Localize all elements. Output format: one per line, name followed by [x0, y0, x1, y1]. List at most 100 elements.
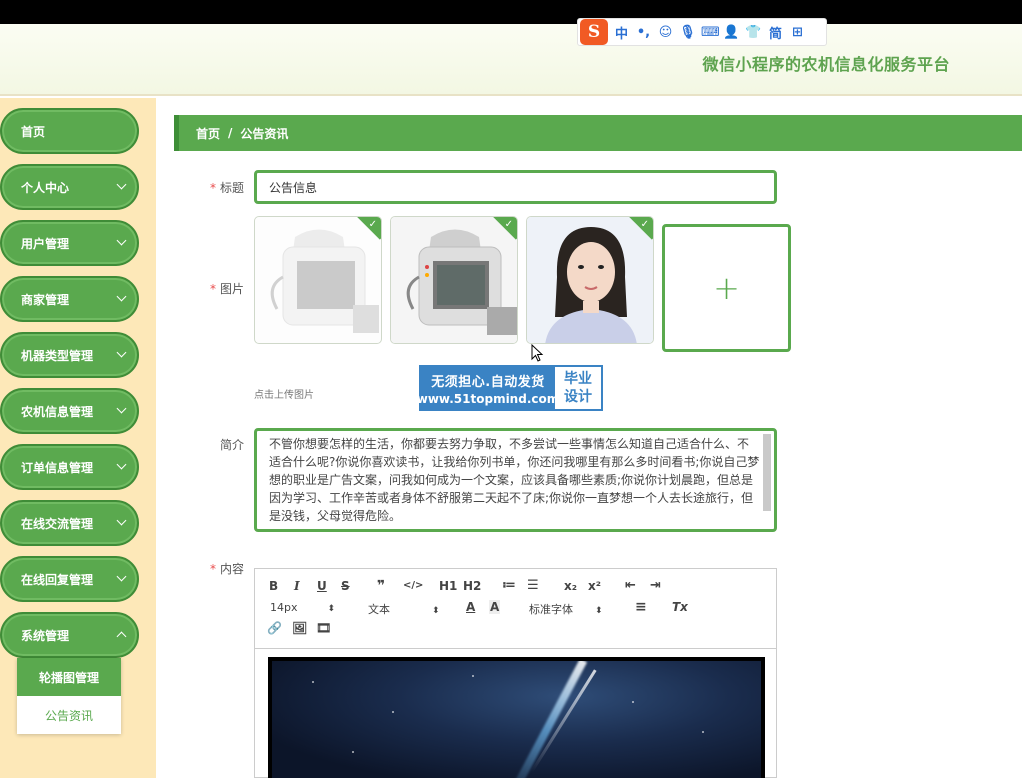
portrait-photo-image: [527, 217, 653, 343]
ime-toolbar[interactable]: S 中 •, ☺ 🎙 ⌨ 👤 👕 简 ⊞: [577, 18, 827, 46]
star: [702, 731, 704, 733]
select-arrows-icon: ⬍: [432, 606, 440, 616]
font-color-icon[interactable]: A: [466, 600, 475, 614]
sidebar-item-system-management[interactable]: 系统管理: [0, 612, 139, 658]
submenu-item-announcements[interactable]: 公告资讯: [17, 696, 121, 734]
select-arrows-icon: ⬍: [595, 606, 603, 616]
superscript-button[interactable]: x²: [588, 579, 601, 593]
uploaded-image-thumb[interactable]: ✓: [254, 216, 382, 344]
image-icon[interactable]: 🖼: [292, 621, 307, 635]
watermark-badge: 无须担心.自动发货 www.51topmind.com 毕业 设计: [416, 365, 603, 411]
sidebar-item-home[interactable]: 首页: [0, 108, 139, 154]
align-icon[interactable]: ≡: [635, 599, 647, 615]
chevron-down-icon: [116, 515, 127, 526]
breadcrumb-home[interactable]: 首页: [196, 125, 220, 142]
sogou-logo-icon[interactable]: S: [580, 19, 608, 45]
breadcrumb-separator: /: [228, 126, 233, 140]
sidebar-item-online-reply-management[interactable]: 在线回复管理: [0, 556, 139, 602]
text-style-select[interactable]: 文本 ⬍: [368, 601, 440, 617]
font-family-select[interactable]: 标准字体 ⬍: [529, 601, 603, 617]
background-color-icon[interactable]: A: [489, 600, 501, 614]
ime-chinese-mode[interactable]: 中: [613, 23, 630, 42]
top-black-bar: [0, 0, 1022, 24]
star: [632, 701, 634, 703]
comet-streak: [530, 669, 597, 773]
underline-button[interactable]: U: [317, 579, 327, 593]
chevron-up-icon: [116, 631, 127, 642]
upload-tip: 点击上传图片: [254, 390, 314, 401]
required-mark: *: [209, 282, 216, 296]
chevron-down-icon: [116, 571, 127, 582]
chevron-down-icon: [116, 235, 127, 246]
ime-user-icon[interactable]: 👤: [723, 25, 740, 40]
intro-text: 不管你想要怎样的生活，你都要去努力争取，不多尝试一些事情怎么知道自己适合什么、不…: [269, 437, 760, 523]
required-mark: *: [209, 181, 216, 195]
uploaded-image-thumb[interactable]: ✓: [526, 216, 654, 344]
breadcrumb-current: 公告资讯: [240, 126, 289, 141]
intro-textarea[interactable]: 不管你想要怎样的生活，你都要去努力争取，不多尝试一些事情怎么知道自己适合什么、不…: [254, 428, 777, 532]
sidebar-item-user-management[interactable]: 用户管理: [0, 220, 139, 266]
mouse-cursor-icon: [531, 344, 544, 362]
heading1-button[interactable]: H1: [439, 579, 457, 593]
ime-menu-grid-icon[interactable]: ⊞: [789, 25, 806, 40]
strike-button[interactable]: S: [341, 579, 350, 593]
intro-label: 简介: [219, 438, 244, 452]
chevron-down-icon: [116, 347, 127, 358]
quote-button[interactable]: ❞: [377, 578, 385, 594]
medical-monitor-image: [391, 217, 517, 343]
ime-punctuation-icon[interactable]: •,: [635, 25, 652, 40]
medical-monitor-image: [255, 217, 381, 343]
watermark-url: www.51topmind.com: [416, 391, 560, 406]
required-mark: *: [209, 562, 216, 576]
chevron-down-icon: [116, 459, 127, 470]
video-icon[interactable]: 🎞: [316, 621, 331, 635]
rich-text-editor[interactable]: B I U S ❞ </> H1 H2 ≔ ☰ x₂ x² ⇤ ⇥ 14px ⬍ …: [254, 568, 777, 778]
ime-simplified-toggle[interactable]: 简: [767, 23, 784, 42]
bold-button[interactable]: B: [269, 579, 278, 593]
title-label: * 标题: [209, 181, 244, 195]
editor-content-image[interactable]: [268, 657, 765, 778]
title-input[interactable]: [254, 170, 777, 204]
image-label: * 图片: [209, 282, 244, 296]
clear-format-icon[interactable]: Tx: [672, 600, 688, 614]
comet-streak: [504, 661, 588, 778]
indent-button[interactable]: ⇥: [650, 578, 661, 593]
sidebar-item-personal-center[interactable]: 个人中心: [0, 164, 139, 210]
ime-emoji-icon[interactable]: ☺: [657, 25, 674, 40]
italic-button[interactable]: I: [294, 579, 300, 593]
star: [352, 751, 354, 753]
code-block-button[interactable]: </>: [403, 580, 423, 591]
ime-keyboard-icon[interactable]: ⌨: [701, 25, 720, 40]
sidebar-item-online-chat-management[interactable]: 在线交流管理: [0, 500, 139, 546]
editor-toolbar: B I U S ❞ </> H1 H2 ≔ ☰ x₂ x² ⇤ ⇥ 14px ⬍ …: [255, 569, 776, 649]
font-size-select[interactable]: 14px ⬍: [270, 601, 335, 614]
sidebar-item-merchant-management[interactable]: 商家管理: [0, 276, 139, 322]
link-icon[interactable]: 🔗: [267, 621, 282, 635]
ime-mic-icon[interactable]: 🎙: [679, 25, 696, 40]
uploaded-image-thumb[interactable]: ✓: [390, 216, 518, 344]
site-title: 微信小程序的农机信息化服务平台: [702, 55, 950, 74]
textarea-scrollbar[interactable]: [763, 434, 771, 511]
chevron-down-icon: [116, 403, 127, 414]
chevron-down-icon: [116, 179, 127, 190]
breadcrumb: 首页 / 公告资讯: [174, 115, 1022, 151]
subscript-button[interactable]: x₂: [564, 579, 577, 593]
star: [312, 681, 314, 683]
add-image-button[interactable]: +: [662, 224, 791, 352]
check-icon: ✓: [368, 219, 377, 230]
sidebar-item-machinery-info-management[interactable]: 农机信息管理: [0, 388, 139, 434]
ime-skin-icon[interactable]: 👕: [745, 25, 762, 40]
heading2-button[interactable]: H2: [463, 579, 481, 593]
ordered-list-button[interactable]: ≔: [502, 578, 516, 593]
sidebar-item-machine-type-management[interactable]: 机器类型管理: [0, 332, 139, 378]
chevron-down-icon: [116, 291, 127, 302]
submenu-item-carousel-management[interactable]: 轮播图管理: [17, 658, 121, 696]
bullet-list-button[interactable]: ☰: [527, 578, 539, 593]
outdent-button[interactable]: ⇤: [625, 578, 636, 593]
check-icon: ✓: [640, 219, 649, 230]
system-submenu: 轮播图管理 公告资讯: [17, 658, 121, 734]
star: [472, 675, 474, 677]
sidebar-item-order-management[interactable]: 订单信息管理: [0, 444, 139, 490]
watermark-text-bottom: 设计: [564, 389, 592, 405]
check-icon: ✓: [504, 219, 513, 230]
